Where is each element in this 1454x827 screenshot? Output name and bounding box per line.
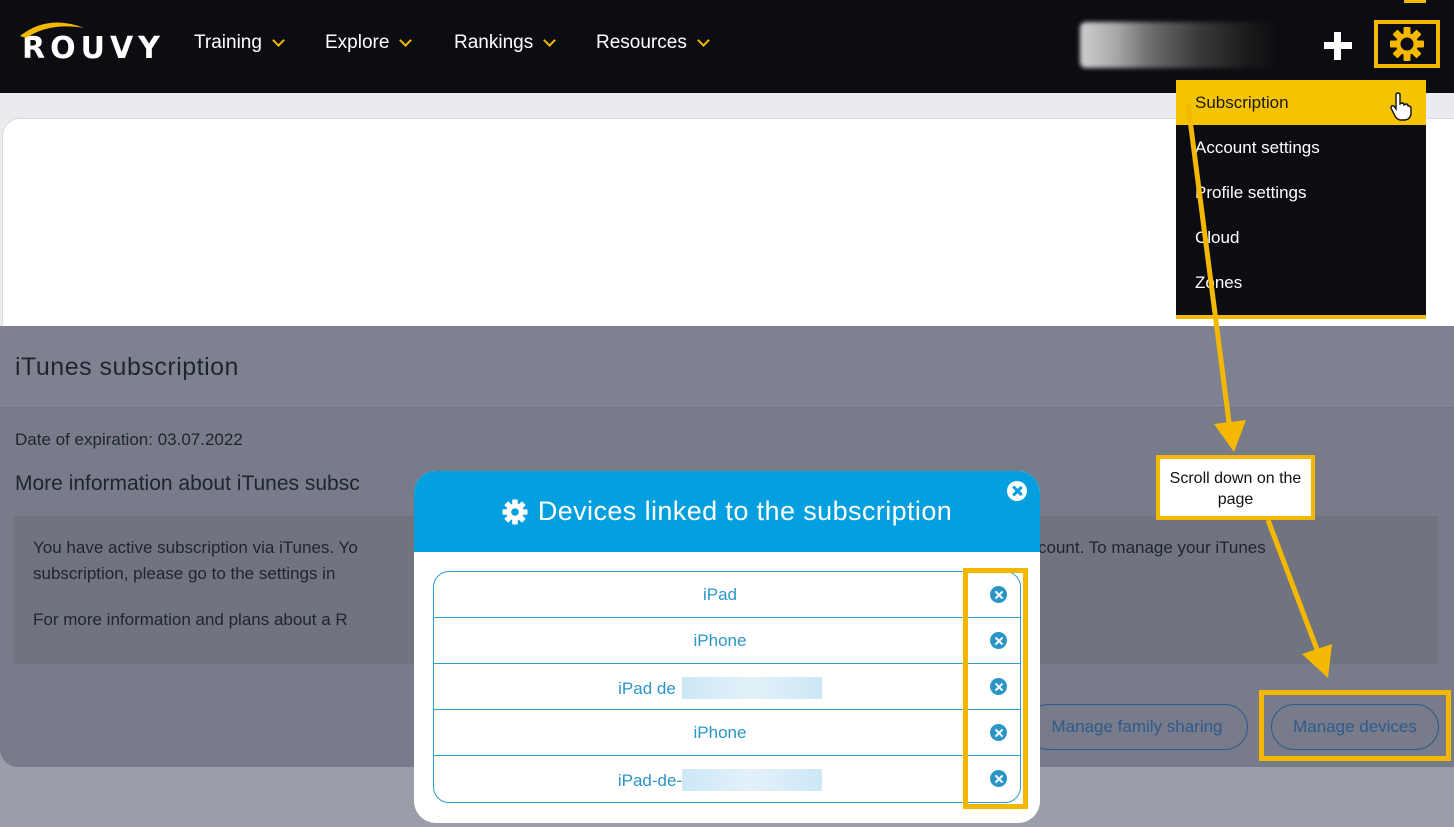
- chevron-down-icon: [543, 34, 557, 47]
- redacted-block: [681, 677, 822, 699]
- menu-item-profile-settings[interactable]: Profile settings: [1176, 170, 1426, 215]
- hand-cursor-icon: [1390, 92, 1412, 121]
- modal-header: Devices linked to the subscription: [414, 471, 1040, 552]
- modal-title: Devices linked to the subscription: [537, 496, 953, 526]
- info-line-2: subscription, please go to the settings …: [33, 564, 336, 583]
- chevron-down-icon: [272, 34, 285, 47]
- expiration-text: Date of expiration: 03.07.2022: [15, 430, 243, 450]
- device-row: iPhone: [434, 618, 1020, 664]
- device-row: iPad: [434, 572, 1020, 618]
- nav-rankings-label: Rankings: [454, 32, 534, 53]
- info-line-right: count. To manage your iTunes: [1038, 538, 1266, 557]
- nav-training-label: Training: [194, 32, 262, 53]
- nav-resources[interactable]: Resources: [596, 32, 710, 54]
- device-row: iPad-de-: [434, 756, 1020, 802]
- logo-swoosh-icon: [20, 22, 84, 38]
- remove-icons-highlight: [963, 568, 1028, 809]
- manage-devices-highlight: [1259, 690, 1451, 761]
- subscription-card-header: iTunes subscription: [0, 326, 1454, 406]
- plus-icon[interactable]: [1322, 30, 1354, 62]
- menu-item-subscription[interactable]: Subscription: [1176, 80, 1426, 125]
- device-name-text: iPad-de-: [617, 771, 683, 790]
- nav-training[interactable]: Training: [194, 32, 285, 54]
- rouvy-logo[interactable]: ROUVY: [18, 22, 165, 66]
- devices-modal: Devices linked to the subscription iPad …: [414, 471, 1040, 823]
- nav-resources-label: Resources: [596, 32, 687, 53]
- expiration-date: 03.07.2022: [157, 430, 243, 449]
- device-row: iPhone: [434, 710, 1020, 756]
- user-profile-blurred[interactable]: [1080, 22, 1278, 68]
- device-name: iPad: [434, 585, 1006, 605]
- gear-icon: [502, 499, 528, 524]
- subscription-title: iTunes subscription: [15, 353, 239, 381]
- info-line-3: For more information and plans about a R: [33, 610, 348, 629]
- device-name: iPhone: [434, 631, 1006, 651]
- menu-item-account-settings[interactable]: Account settings: [1176, 125, 1426, 170]
- expiration-label: Date of expiration:: [15, 430, 153, 449]
- device-name: iPad de: [434, 677, 1006, 699]
- nav-explore[interactable]: Explore: [325, 32, 413, 54]
- highlight-mark: [1404, 0, 1426, 3]
- device-list: iPad iPhone iPad de iPhone iPad-de-: [433, 571, 1021, 803]
- nav-explore-label: Explore: [325, 32, 390, 53]
- device-name: iPhone: [434, 723, 1006, 743]
- callout-note: Scroll down on the page: [1156, 455, 1315, 520]
- gear-icon: [1390, 27, 1424, 61]
- manage-family-sharing-button[interactable]: Manage family sharing: [1026, 704, 1248, 750]
- chevron-down-icon: [696, 34, 710, 47]
- settings-dropdown: Subscription Account settings Profile se…: [1176, 80, 1426, 319]
- device-name-text: iPhone: [693, 723, 747, 742]
- menu-item-zones[interactable]: Zones: [1176, 260, 1426, 305]
- close-icon[interactable]: [1007, 481, 1027, 501]
- info-line-1: You have active subscription via iTunes.…: [33, 538, 358, 557]
- menu-item-cloud[interactable]: Cloud: [1176, 215, 1426, 260]
- device-name-text: iPad de: [618, 679, 676, 698]
- redacted-block: [682, 769, 823, 791]
- more-info-heading: More information about iTunes subsc: [15, 472, 360, 495]
- device-name: iPad-de-: [434, 769, 1006, 791]
- chevron-down-icon: [399, 34, 413, 47]
- device-name-text: iPhone: [693, 631, 747, 650]
- settings-button[interactable]: [1374, 20, 1440, 68]
- device-name-text: iPad: [702, 585, 738, 604]
- nav-rankings[interactable]: Rankings: [454, 32, 557, 54]
- device-row: iPad de: [434, 664, 1020, 710]
